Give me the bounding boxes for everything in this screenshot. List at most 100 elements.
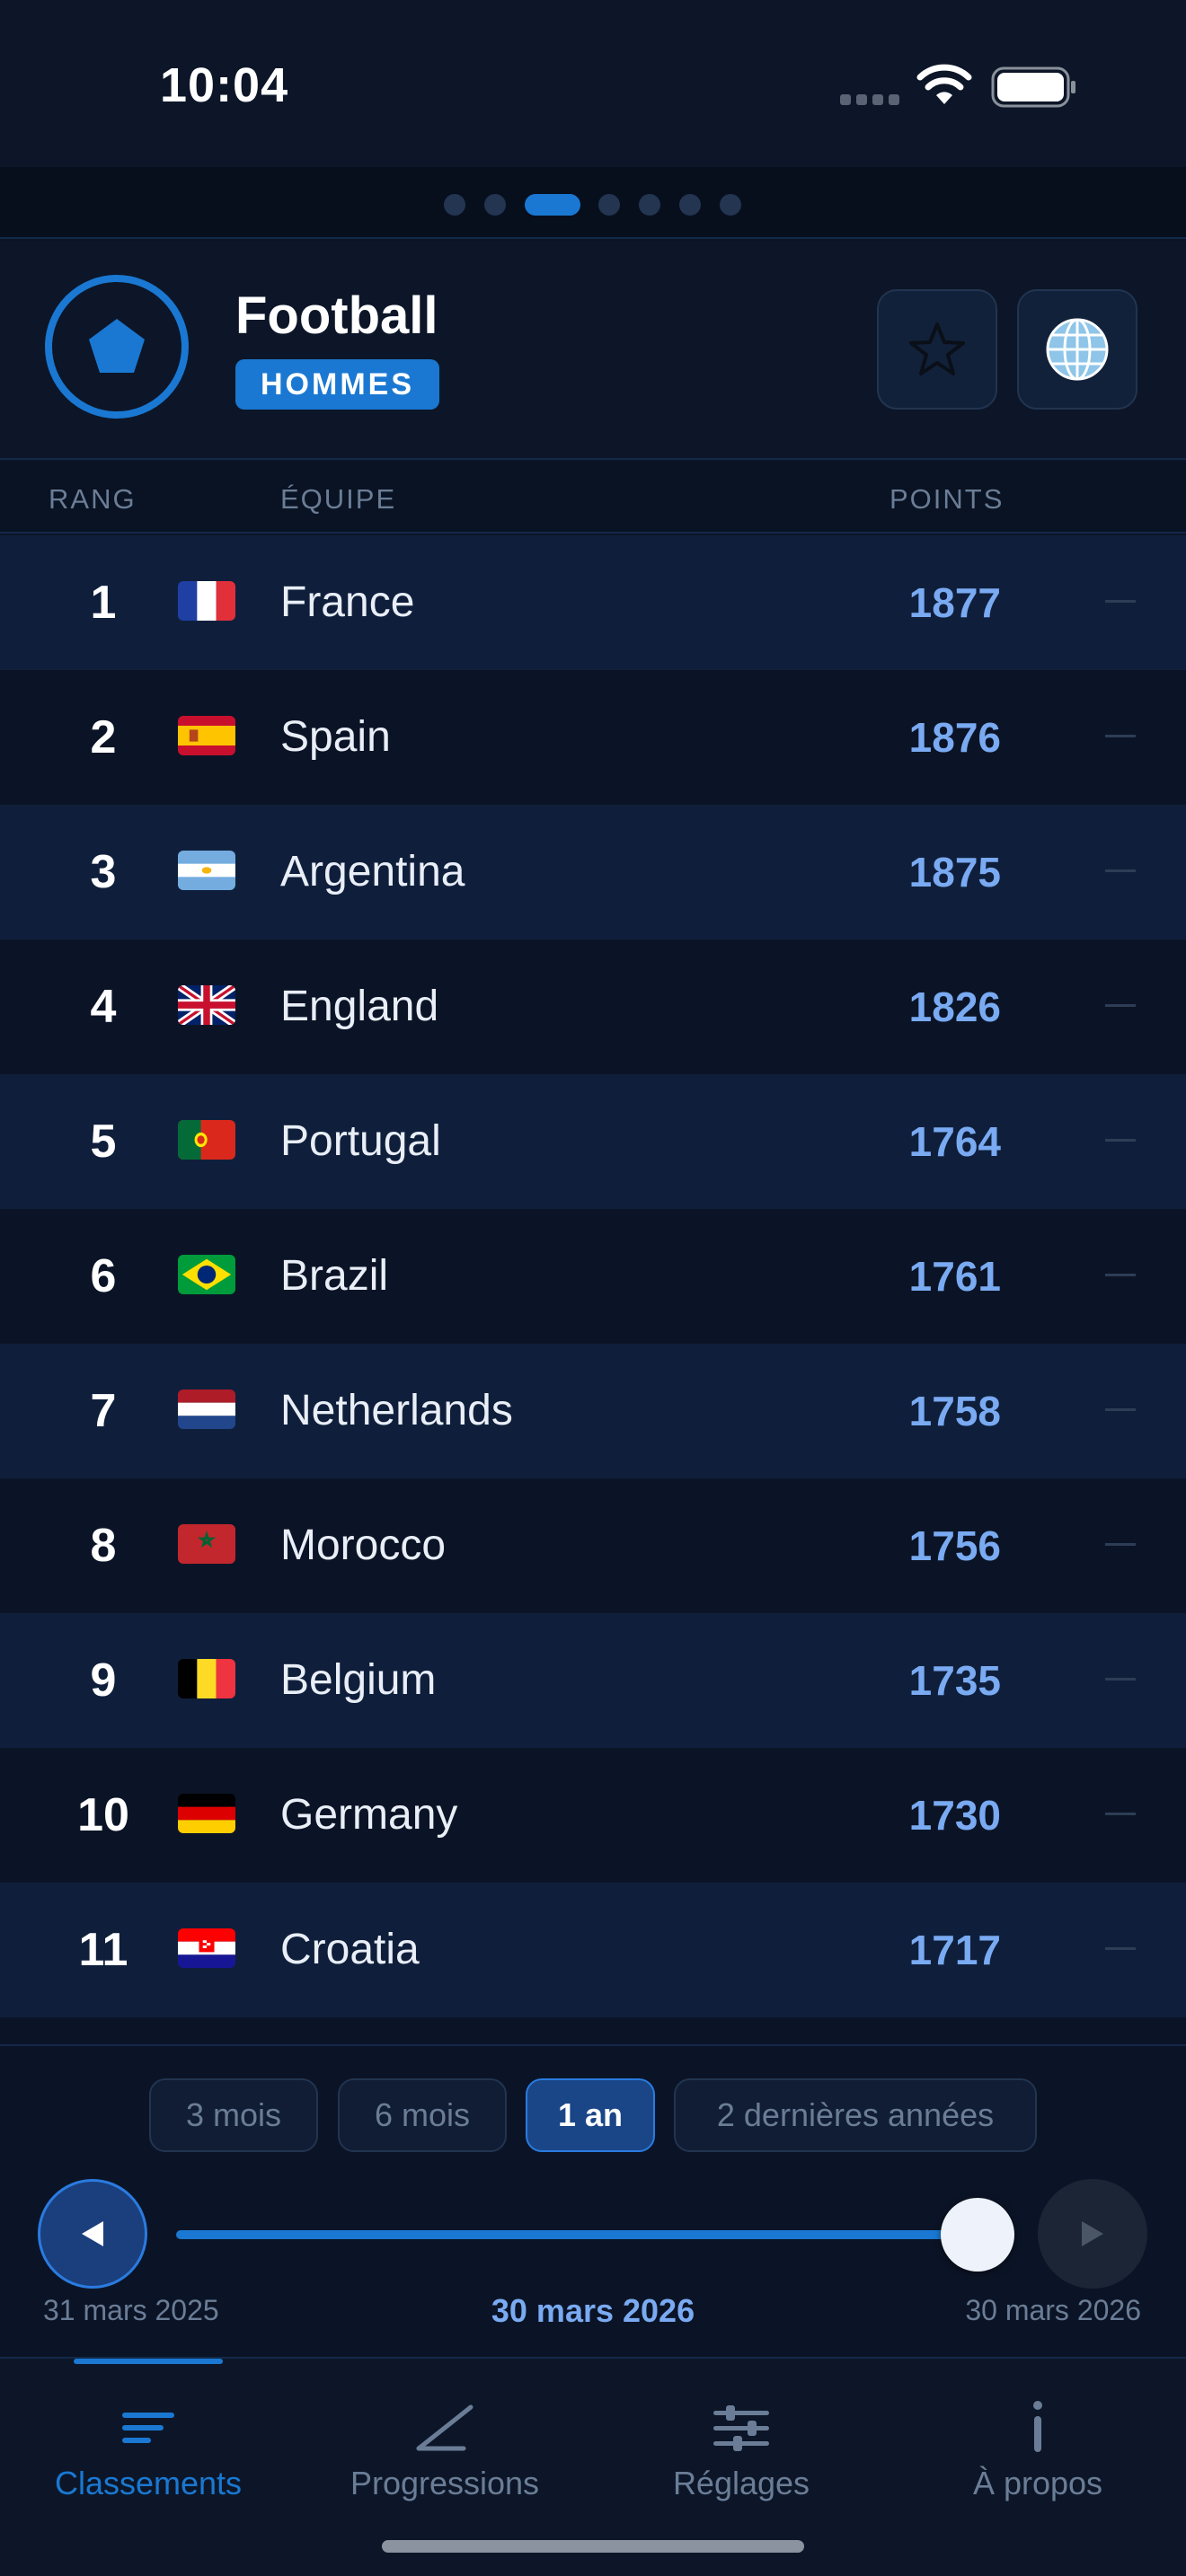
trend-neutral-icon — [1105, 1408, 1136, 1411]
table-header: RANG ÉQUIPE POINTS — [0, 462, 1186, 534]
team-name: Portugal — [280, 1117, 441, 1165]
range-6-months[interactable]: 6 mois — [338, 2078, 507, 2152]
triangle-left-icon — [82, 2221, 103, 2246]
star-outline-icon — [909, 322, 965, 375]
rank: 10 — [77, 1789, 129, 1841]
flag-france-icon — [178, 581, 235, 621]
flag-argentina-icon — [178, 851, 235, 890]
rank: 7 — [90, 1385, 117, 1437]
table-row[interactable]: 11 Croatia 1717 — [0, 1883, 1186, 2017]
table-row[interactable]: 5 Portugal 1764 — [0, 1074, 1186, 1209]
team-name: Netherlands — [280, 1387, 513, 1434]
team-name: England — [280, 983, 439, 1030]
rank: 8 — [90, 1520, 117, 1572]
team-points: 1764 — [908, 1118, 1001, 1165]
next-date-button[interactable] — [1038, 2179, 1147, 2289]
page-dot[interactable] — [444, 194, 465, 216]
language-button[interactable] — [1017, 289, 1137, 410]
trend-neutral-icon — [1105, 1947, 1136, 1950]
battery-icon — [991, 66, 1075, 108]
page-indicator[interactable] — [0, 167, 1186, 239]
timeline-current-date: 30 mars 2026 — [491, 2292, 695, 2329]
column-points: POINTS — [890, 483, 1005, 515]
pentagon-icon — [89, 319, 145, 373]
timeline-end-date: 30 mars 2026 — [965, 2294, 1141, 2326]
flag-belgium-icon — [178, 1659, 235, 1698]
team-name: Morocco — [280, 1522, 447, 1569]
cellular-signal-icon — [840, 94, 903, 107]
rank: 3 — [90, 846, 117, 898]
page-dot[interactable] — [679, 194, 701, 216]
flag-brazil-icon — [178, 1255, 235, 1294]
trend-neutral-icon — [1105, 1139, 1136, 1142]
table-row[interactable]: 4 England 1826 — [0, 940, 1186, 1074]
table-row[interactable]: 6 Brazil 1761 — [0, 1209, 1186, 1344]
rank: 9 — [90, 1654, 117, 1707]
info-icon — [1033, 2401, 1042, 2452]
home-indicator[interactable] — [382, 2540, 804, 2553]
gender-tag: HOMMES — [235, 359, 439, 410]
rank: 2 — [90, 711, 117, 763]
list-icon — [122, 2413, 174, 2443]
favorite-button[interactable] — [877, 289, 997, 410]
page-dot[interactable] — [484, 194, 506, 216]
tab-label: À propos — [972, 2465, 1103, 2501]
tab-progressions[interactable]: Progressions — [296, 2359, 593, 2520]
flag-spain-icon — [178, 716, 235, 755]
trend-neutral-icon — [1105, 735, 1136, 737]
tab-label: Classements — [54, 2465, 243, 2501]
page-dot[interactable] — [598, 194, 620, 216]
previous-date-button[interactable] — [38, 2179, 147, 2289]
table-row[interactable]: 7 Netherlands 1758 — [0, 1344, 1186, 1478]
rank: 1 — [90, 577, 117, 629]
page-dot-active[interactable] — [525, 194, 580, 216]
trend-neutral-icon — [1105, 1543, 1136, 1546]
table-row[interactable]: 10 Germany 1730 — [0, 1748, 1186, 1883]
rank: 6 — [90, 1250, 117, 1302]
flag-portugal-icon — [178, 1120, 235, 1160]
team-points: 1758 — [908, 1388, 1001, 1434]
sport-title: Football — [235, 287, 438, 345]
team-name: Brazil — [280, 1252, 389, 1300]
table-row[interactable]: 8 Morocco 1756 — [0, 1478, 1186, 1613]
timeline-slider-thumb[interactable] — [941, 2198, 1014, 2272]
flag-croatia-icon — [178, 1928, 235, 1968]
flag-netherlands-icon — [178, 1389, 235, 1429]
team-name: Croatia — [280, 1926, 420, 1973]
team-name: Spain — [280, 713, 391, 761]
table-row[interactable]: 9 Belgium 1735 — [0, 1613, 1186, 1748]
trend-neutral-icon — [1105, 600, 1136, 603]
tab-classements[interactable]: Classements — [0, 2359, 296, 2520]
flag-england-icon — [178, 985, 235, 1025]
table-row[interactable]: 3 Argentina 1875 — [0, 805, 1186, 940]
trend-neutral-icon — [1105, 1813, 1136, 1815]
sliders-icon — [713, 2405, 769, 2451]
sport-badge — [45, 275, 189, 419]
flag-germany-icon — [178, 1794, 235, 1833]
team-points: 1826 — [908, 984, 1001, 1030]
column-rank: RANG — [49, 483, 137, 515]
tab-a-propos[interactable]: À propos — [890, 2359, 1186, 2520]
range-2-years[interactable]: 2 dernières années — [674, 2078, 1037, 2152]
globe-icon — [1046, 318, 1109, 381]
page-dot[interactable] — [639, 194, 660, 216]
table-row[interactable]: 1 France 1877 — [0, 535, 1186, 670]
sport-header: Football HOMMES — [0, 241, 1186, 460]
team-name: Germany — [280, 1791, 458, 1839]
timeline-slider[interactable] — [176, 2230, 976, 2239]
team-points: 1756 — [908, 1522, 1001, 1569]
range-1-year[interactable]: 1 an — [526, 2078, 655, 2152]
rank: 5 — [90, 1116, 117, 1168]
trend-neutral-icon — [1105, 1004, 1136, 1007]
triangle-right-icon — [1082, 2221, 1103, 2246]
team-points: 1735 — [908, 1657, 1001, 1704]
team-points: 1876 — [908, 714, 1001, 761]
rank: 11 — [78, 1924, 128, 1976]
time-controls: 3 mois 6 mois 1 an 2 dernières années 31… — [0, 2044, 1186, 2357]
range-3-months[interactable]: 3 mois — [149, 2078, 318, 2152]
trend-neutral-icon — [1105, 1274, 1136, 1276]
page-dot[interactable] — [720, 194, 741, 216]
tab-reglages[interactable]: Réglages — [593, 2359, 890, 2520]
trend-neutral-icon — [1105, 1678, 1136, 1681]
table-row[interactable]: 2 Spain 1876 — [0, 670, 1186, 805]
